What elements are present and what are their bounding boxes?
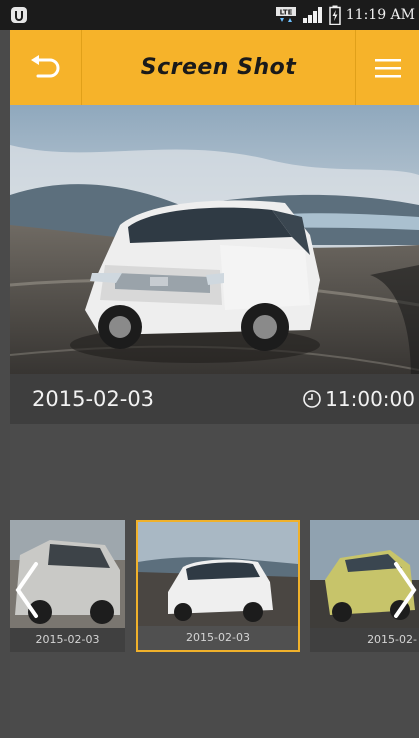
- lte-icon: LTE: [275, 7, 296, 22]
- status-icons: LTE 11:19 AM: [275, 0, 415, 30]
- next-arrow-icon[interactable]: [392, 560, 419, 620]
- main-photo[interactable]: [10, 105, 419, 399]
- photo-info-bar: 2015-02-03 11:00:00: [10, 374, 419, 424]
- hamburger-menu-icon: [374, 58, 401, 77]
- svg-text:LTE: LTE: [279, 9, 292, 17]
- filmstrip-thumb-selected[interactable]: 2015-02-03: [136, 520, 300, 652]
- thumbnail-date: 2015-02-03: [10, 628, 125, 652]
- photo-date: 2015-02-03: [32, 387, 155, 411]
- back-arrow-icon: [30, 54, 59, 77]
- status-bar: LTE 11:19 AM: [0, 0, 419, 30]
- thumbnail-date: 2015-02-: [310, 628, 419, 652]
- clock-icon: [303, 390, 321, 408]
- title-bar: Screen Shot: [10, 30, 419, 105]
- photo-time: 11:00:00: [325, 387, 415, 411]
- back-button[interactable]: [10, 30, 82, 105]
- screen: LTE 11:19 AM Screen Shot 2015-02-03 11:0…: [0, 0, 419, 738]
- signal-icon: [302, 7, 322, 23]
- photo-time-container: 11:00:00: [302, 374, 415, 424]
- thumbnail-date: 2015-02-03: [138, 626, 298, 650]
- previous-arrow-icon[interactable]: [12, 560, 40, 620]
- carrier-logo-icon: [11, 7, 27, 23]
- thumbnail-image: [138, 522, 298, 630]
- page-title: Screen Shot: [140, 55, 297, 80]
- status-time: 11:19 AM: [345, 7, 415, 23]
- battery-charging-icon: [329, 5, 341, 25]
- car-photo-image: [10, 105, 419, 399]
- menu-button[interactable]: [355, 30, 419, 105]
